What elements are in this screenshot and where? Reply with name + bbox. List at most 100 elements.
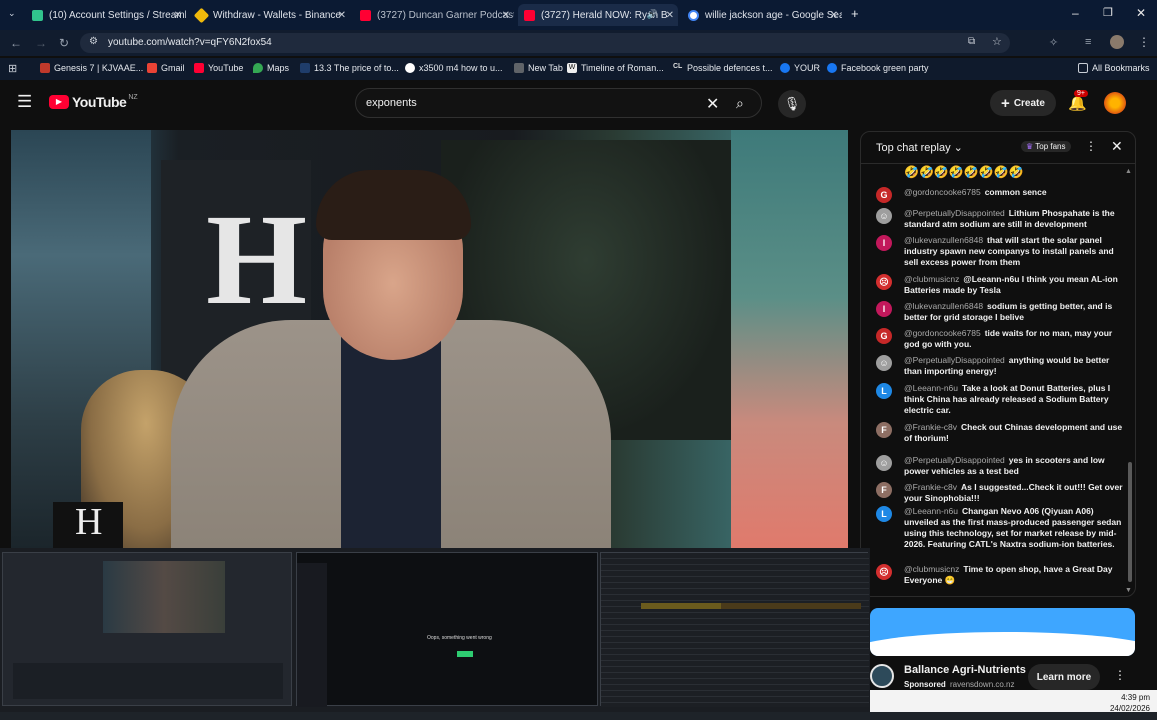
chat-message[interactable]: L @Leeann-n6u Take a look at Donut Batteri… [876, 383, 1126, 416]
advertiser-name[interactable]: Ballance Agri-Nutrients [904, 664, 1026, 676]
chat-avatar[interactable]: l [876, 235, 892, 251]
advertiser-logo[interactable] [870, 664, 894, 688]
tab-streamlabs[interactable]: (10) Account Settings / Streaml ✕ [26, 4, 186, 26]
create-button[interactable]: + Create [990, 90, 1056, 116]
chat-message[interactable]: ☺ @PerpetuallyDisappointed Lithium Phospah… [876, 208, 1126, 230]
chat-message[interactable]: L @Leeann-n6u Changan Nevo A06 (Qiyuan A06… [876, 506, 1126, 550]
scroll-up-icon[interactable]: ▲ [1125, 168, 1132, 175]
browser-menu-icon[interactable]: ⋮ [1138, 35, 1150, 49]
site-info-icon[interactable]: ⚙ [89, 36, 98, 47]
bookmark-timeline[interactable]: W Timeline of Roman... [567, 63, 664, 73]
chat-message[interactable]: ☹ @clubmusicnz Time to open shop, have a G… [876, 564, 1126, 586]
reload-button[interactable]: ↻ [59, 36, 69, 50]
chat-author[interactable]: @clubmusicnz [904, 274, 959, 284]
bookmark-new-tab[interactable]: New Tab [514, 63, 563, 73]
youtube-logo[interactable]: ▶ YouTube NZ [49, 94, 138, 110]
close-window-button[interactable]: ✕ [1136, 6, 1146, 20]
chat-message[interactable]: l @lukevanzullen6848 that will start the s… [876, 235, 1126, 268]
extensions-icon[interactable]: ✧ [1049, 36, 1058, 49]
scroll-down-icon[interactable]: ▼ [1125, 587, 1132, 594]
search-box[interactable]: exponents ✕ ⌕ [355, 88, 762, 118]
chat-avatar[interactable]: F [876, 422, 892, 438]
preview-window-devtools[interactable] [600, 552, 869, 707]
media-controls-icon[interactable]: ≡ [1085, 36, 1091, 48]
tab-duncan-garner[interactable]: (3727) Duncan Garner Podcast ✕ [354, 4, 514, 26]
preview-window-streamlabs[interactable] [2, 552, 292, 706]
ad-banner[interactable] [870, 608, 1135, 656]
voice-search-button[interactable]: 🎙 [778, 90, 806, 118]
profile-avatar[interactable] [1110, 35, 1124, 49]
bookmark-x3500[interactable]: x3500 m4 how to u... [405, 63, 503, 73]
chat-mode-dropdown[interactable]: Top chat replay ⌄ [876, 141, 963, 154]
maximize-button[interactable]: ❐ [1103, 6, 1113, 19]
chat-author[interactable]: @PerpetuallyDisappointed [904, 208, 1005, 218]
minimize-button[interactable]: – [1072, 6, 1079, 20]
tab-herald-now[interactable]: (3727) Herald NOW: Ryan B 🔊 ✕ [518, 4, 678, 26]
chat-message[interactable]: ☺ @PerpetuallyDisappointed yes in scooters… [876, 455, 1126, 477]
new-tab-button[interactable]: + [851, 6, 859, 21]
learn-more-button[interactable]: Learn more [1028, 664, 1100, 690]
chat-author[interactable]: @gordoncooke6785 [904, 187, 981, 197]
chat-message[interactable]: F @Frankie-c8v As I suggested...Check it o… [876, 482, 1126, 504]
chat-avatar[interactable]: l [876, 301, 892, 317]
chat-author[interactable]: @gordoncooke6785 [904, 328, 981, 338]
tab-close-icon[interactable]: ✕ [830, 10, 838, 21]
chat-avatar[interactable]: L [876, 383, 892, 399]
tab-search-chevron-icon[interactable]: ⌄ [8, 8, 16, 19]
address-bar[interactable]: ⚙ youtube.com/watch?v=qFY6N2fox54 ☆ ⧉ [80, 33, 1010, 53]
bookmark-genesis[interactable]: Genesis 7 | KJVAAE... [40, 63, 143, 73]
system-clock[interactable]: 4:39 pm 24/02/2026 [1090, 692, 1150, 714]
clear-search-icon[interactable]: ✕ [706, 94, 719, 114]
chat-avatar[interactable]: G [876, 187, 892, 203]
close-chat-icon[interactable]: ✕ [1111, 138, 1123, 155]
chat-avatar[interactable]: F [876, 482, 892, 498]
install-app-icon[interactable]: ⧉ [968, 36, 975, 47]
top-fans-button[interactable]: ♛ Top fans [1021, 141, 1071, 152]
bookmark-facebook-green[interactable]: Facebook green party [827, 63, 929, 73]
chat-avatar[interactable]: ☺ [876, 455, 892, 471]
chat-more-icon[interactable]: ⋮ [1085, 139, 1097, 153]
chat-author[interactable]: @Frankie-c8v [904, 482, 957, 492]
chat-message[interactable]: G @gordoncooke6785 common sence [876, 187, 1126, 203]
chat-author[interactable]: @Leeann-n6u [904, 383, 958, 393]
chat-avatar[interactable]: ☹ [876, 274, 892, 290]
tab-binance[interactable]: Withdraw - Wallets - Binance ✕ [190, 4, 350, 26]
tab-close-icon[interactable]: ✕ [174, 10, 182, 21]
chat-message[interactable]: ☺ @PerpetuallyDisappointed anything would … [876, 355, 1126, 377]
chat-author[interactable]: @lukevanzullen6848 [904, 235, 983, 245]
chat-author[interactable]: @PerpetuallyDisappointed [904, 455, 1005, 465]
all-bookmarks-button[interactable]: All Bookmarks [1078, 63, 1150, 73]
chat-avatar[interactable]: ☺ [876, 355, 892, 371]
chat-message[interactable]: ☹ @clubmusicnz @Leeann-n6u I think you mea… [876, 274, 1126, 296]
tab-close-icon[interactable]: ✕ [338, 10, 346, 21]
account-avatar[interactable] [1104, 92, 1126, 114]
chat-author[interactable]: @PerpetuallyDisappointed [904, 355, 1005, 365]
bookmark-price[interactable]: 13.3 The price of to... [300, 63, 399, 73]
chat-scrollbar[interactable] [1128, 462, 1132, 582]
chat-message[interactable]: G @gordoncooke6785 tide waits for no man, … [876, 328, 1126, 350]
bookmark-your[interactable]: YOUR [780, 63, 820, 73]
tab-google-search[interactable]: willie jackson age - Google Sea ✕ [682, 4, 842, 26]
bookmark-youtube[interactable]: YouTube [194, 63, 243, 73]
back-button[interactable]: ← [10, 36, 22, 50]
forward-button[interactable]: → [35, 36, 47, 50]
bookmark-maps[interactable]: Maps [253, 63, 289, 73]
speaker-icon[interactable]: 🔊 [647, 9, 658, 20]
hamburger-menu-icon[interactable]: ☰ [17, 92, 32, 112]
video-player[interactable]: H H [11, 130, 848, 548]
chat-avatar[interactable]: G [876, 328, 892, 344]
tab-close-icon[interactable]: ✕ [666, 10, 674, 21]
tab-close-icon[interactable]: ✕ [502, 10, 510, 21]
apps-grid-icon[interactable]: ⊞ [8, 62, 17, 75]
chat-avatar[interactable]: ☺ [876, 208, 892, 224]
bookmark-defences[interactable]: CL Possible defences t... [673, 63, 773, 73]
chat-author[interactable]: @clubmusicnz [904, 564, 959, 574]
chat-avatar[interactable]: L [876, 506, 892, 522]
chat-message[interactable]: F @Frankie-c8v Check out Chinas developmen… [876, 422, 1126, 444]
preview-window-binance[interactable]: Oops, something went wrong [296, 552, 598, 707]
chat-author[interactable]: @lukevanzullen6848 [904, 301, 983, 311]
chat-message[interactable]: l @lukevanzullen6848 sodium is getting bet… [876, 301, 1126, 323]
search-icon[interactable]: ⌕ [736, 95, 744, 112]
chat-author[interactable]: @Frankie-c8v [904, 422, 957, 432]
chat-avatar[interactable]: ☹ [876, 564, 892, 580]
